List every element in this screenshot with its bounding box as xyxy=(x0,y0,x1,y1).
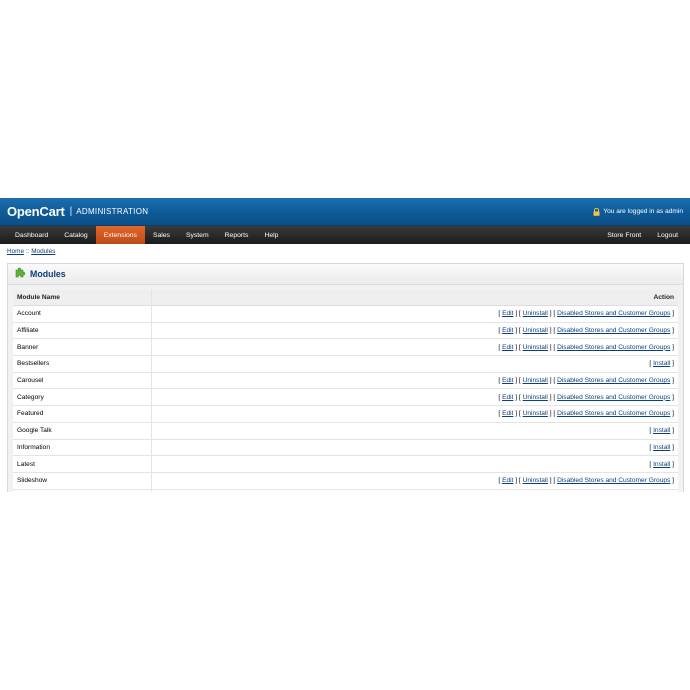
administration-label: ADMINISTRATION xyxy=(76,207,149,216)
module-actions: [ Edit ] [ Uninstall ] [ Disabled Stores… xyxy=(151,322,678,340)
admin-window: OpenCart | ADMINISTRATION You are logged… xyxy=(0,198,690,492)
table-row: Banner[ Edit ] [ Uninstall ] [ Disabled … xyxy=(13,338,678,357)
module-actions: [ Edit ] [ Uninstall ] [ Disabled Stores… xyxy=(151,372,678,390)
disabled-stores-link[interactable]: Disabled Stores and Customer Groups xyxy=(557,410,670,417)
module-name: Account xyxy=(13,305,152,323)
module-actions: [ Install ] xyxy=(151,489,678,492)
box-heading: Modules xyxy=(8,264,683,285)
table-row: Google Talk[ Install ] xyxy=(13,422,678,440)
edit-link[interactable]: Edit xyxy=(502,327,513,334)
module-name: Featured xyxy=(13,405,152,423)
menu-sales[interactable]: Sales xyxy=(145,226,178,244)
disabled-stores-link[interactable]: Disabled Stores and Customer Groups xyxy=(557,344,670,351)
table-row: Account[ Edit ] [ Uninstall ] [ Disabled… xyxy=(13,305,678,323)
disabled-stores-link[interactable]: Disabled Stores and Customer Groups xyxy=(557,310,670,317)
menu-store-front[interactable]: Store Front xyxy=(599,226,649,244)
module-name: Information xyxy=(13,439,152,457)
menu-help[interactable]: Help xyxy=(256,226,286,244)
disabled-stores-link[interactable]: Disabled Stores and Customer Groups xyxy=(557,377,670,384)
breadcrumb-separator: :: xyxy=(25,248,30,255)
module-actions: [ Install ] xyxy=(151,455,678,473)
install-link[interactable]: Install xyxy=(653,360,670,367)
module-name: Bestsellers xyxy=(13,355,152,373)
puzzle-icon xyxy=(14,265,26,283)
uninstall-link[interactable]: Uninstall xyxy=(523,477,548,484)
table-row: Latest[ Install ] xyxy=(13,455,678,473)
uninstall-link[interactable]: Uninstall xyxy=(523,377,548,384)
menu-system[interactable]: System xyxy=(178,226,217,244)
disabled-stores-link[interactable]: Disabled Stores and Customer Groups xyxy=(557,477,670,484)
table-row: Bestsellers[ Install ] xyxy=(13,355,678,373)
main-menu: Dashboard Catalog Extensions Sales System Rep… xyxy=(0,226,690,244)
menu-left: Dashboard Catalog Extensions Sales System Rep… xyxy=(7,226,286,244)
menu-reports[interactable]: Reports xyxy=(217,226,257,244)
module-actions: [ Edit ] [ Uninstall ] [ Disabled Stores… xyxy=(151,388,678,407)
module-actions: [ Edit ] [ Uninstall ] [ Disabled Stores… xyxy=(151,305,678,323)
edit-link[interactable]: Edit xyxy=(502,377,513,384)
module-actions: [ Install ] xyxy=(151,355,678,373)
edit-link[interactable]: Edit xyxy=(502,344,513,351)
modules-box: Modules Module Name Action Account[ Edit… xyxy=(7,263,684,492)
menu-logout[interactable]: Logout xyxy=(649,226,686,244)
table-row: Affiliate[ Edit ] [ Uninstall ] [ Disabl… xyxy=(13,322,678,340)
login-status: You are logged in as admin xyxy=(593,207,683,216)
modules-table: Module Name Action Account[ Edit ] [ Uni… xyxy=(13,290,678,492)
install-link[interactable]: Install xyxy=(653,461,670,468)
install-link[interactable]: Install xyxy=(653,444,670,451)
edit-link[interactable]: Edit xyxy=(502,410,513,417)
menu-right: Store Front Logout xyxy=(599,226,690,244)
column-header-module-name[interactable]: Module Name xyxy=(13,290,152,306)
uninstall-link[interactable]: Uninstall xyxy=(523,394,548,401)
module-name: Specials xyxy=(13,489,152,492)
edit-link[interactable]: Edit xyxy=(502,394,513,401)
table-row: Information[ Install ] xyxy=(13,439,678,457)
module-name: Google Talk xyxy=(13,422,152,440)
logo-separator: | xyxy=(69,206,73,217)
table-row: Carousel[ Edit ] [ Uninstall ] [ Disable… xyxy=(13,372,678,390)
disabled-stores-link[interactable]: Disabled Stores and Customer Groups xyxy=(557,394,670,401)
table-row: Slideshow[ Edit ] [ Uninstall ] [ Disabl… xyxy=(13,472,678,490)
module-actions: [ Install ] xyxy=(151,439,678,457)
module-actions: [ Edit ] [ Uninstall ] [ Disabled Stores… xyxy=(151,405,678,423)
breadcrumb-home[interactable]: Home xyxy=(7,248,24,255)
box-title: Modules xyxy=(30,269,66,279)
module-name: Affiliate xyxy=(13,322,152,340)
uninstall-link[interactable]: Uninstall xyxy=(523,310,548,317)
module-actions: [ Edit ] [ Uninstall ] [ Disabled Stores… xyxy=(151,338,678,357)
column-header-action: Action xyxy=(151,290,678,306)
menu-catalog[interactable]: Catalog xyxy=(56,226,95,244)
install-link[interactable]: Install xyxy=(653,427,670,434)
modules-content: Module Name Action Account[ Edit ] [ Uni… xyxy=(13,290,678,492)
table-row: Specials[ Install ] xyxy=(13,489,678,492)
breadcrumb: Home :: Modules xyxy=(0,244,690,258)
uninstall-link[interactable]: Uninstall xyxy=(523,344,548,351)
table-header-row: Module Name Action xyxy=(13,290,678,306)
disabled-stores-link[interactable]: Disabled Stores and Customer Groups xyxy=(557,327,670,334)
logo[interactable]: OpenCart xyxy=(7,204,65,219)
uninstall-link[interactable]: Uninstall xyxy=(523,410,548,417)
module-name: Category xyxy=(13,388,152,407)
menu-extensions[interactable]: Extensions xyxy=(95,226,145,244)
module-actions: [ Edit ] [ Uninstall ] [ Disabled Stores… xyxy=(151,472,678,490)
top-header: OpenCart | ADMINISTRATION You are logged… xyxy=(0,198,690,226)
lock-icon xyxy=(593,207,600,216)
module-name: Slideshow xyxy=(13,472,152,490)
menu-dashboard[interactable]: Dashboard xyxy=(7,226,56,244)
edit-link[interactable]: Edit xyxy=(502,477,513,484)
module-name: Latest xyxy=(13,455,152,473)
table-row: Category[ Edit ] [ Uninstall ] [ Disable… xyxy=(13,388,678,407)
uninstall-link[interactable]: Uninstall xyxy=(523,327,548,334)
module-actions: [ Install ] xyxy=(151,422,678,440)
module-name: Carousel xyxy=(13,372,152,390)
breadcrumb-modules[interactable]: Modules xyxy=(31,248,55,255)
login-text: You are logged in as admin xyxy=(603,208,683,215)
edit-link[interactable]: Edit xyxy=(502,310,513,317)
table-row: Featured[ Edit ] [ Uninstall ] [ Disable… xyxy=(13,405,678,423)
module-name: Banner xyxy=(13,338,152,357)
